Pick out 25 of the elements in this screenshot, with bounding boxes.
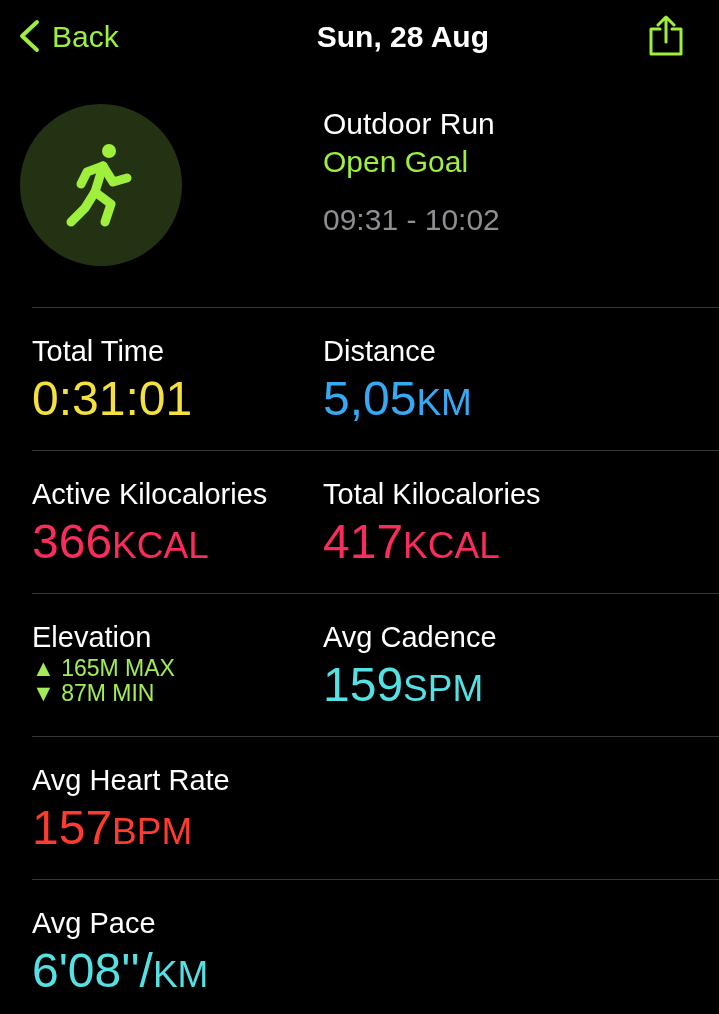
share-icon [647, 15, 685, 57]
metric-label: Total Time [32, 334, 166, 368]
elevation-reading: ▼ 87M MIN [32, 681, 156, 706]
metric-label: Elevation [32, 620, 153, 654]
elevation-reading: ▲ 165M MAX [32, 656, 176, 681]
metric-value: 159SPM [323, 658, 485, 713]
chevron-left-icon [18, 19, 40, 53]
metric-label: Avg Heart Rate [32, 763, 231, 797]
metric-label: Total Kilocalories [323, 477, 541, 511]
metric-label: Distance [323, 334, 437, 368]
page-title: Sun, 28 Aug [316, 18, 489, 55]
metric-value: 157BPM [32, 801, 194, 856]
workout-time-range: 09:31 - 10:02 [323, 202, 500, 238]
workout-name: Outdoor Run [323, 106, 496, 142]
metric-label: Active Kilocalories [32, 477, 269, 511]
share-button[interactable] [647, 15, 685, 57]
workout-goal: Open Goal [323, 144, 470, 180]
metric-value: 6'08''/KM [32, 944, 210, 999]
metric-value: 5,05KM [323, 372, 472, 427]
metric-value: 417KCAL [323, 515, 501, 570]
metric-value: 366KCAL [32, 515, 210, 570]
back-button[interactable]: Back [18, 13, 119, 59]
metric-value: 0:31:01 [32, 372, 194, 427]
metric-label: Avg Cadence [323, 620, 497, 654]
metric-label: Avg Pace [32, 906, 157, 940]
